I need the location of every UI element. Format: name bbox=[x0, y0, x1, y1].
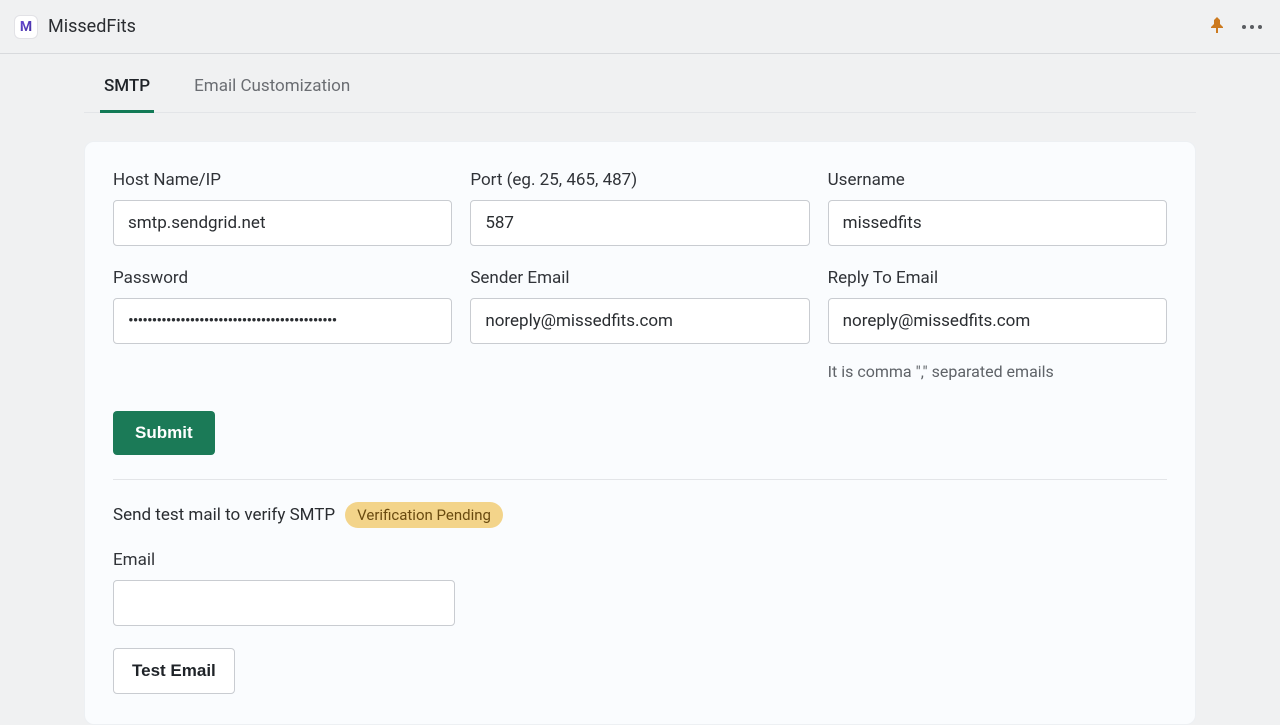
settings-card: Host Name/IP Port (eg. 25, 465, 487) Use… bbox=[84, 141, 1196, 725]
tabs: SMTP Email Customization bbox=[84, 54, 1196, 113]
sender-input[interactable] bbox=[470, 298, 809, 344]
verify-text: Send test mail to verify SMTP bbox=[113, 505, 335, 525]
test-email-button[interactable]: Test Email bbox=[113, 648, 235, 694]
port-label: Port (eg. 25, 465, 487) bbox=[470, 170, 809, 190]
field-port: Port (eg. 25, 465, 487) bbox=[470, 170, 809, 246]
app-logo-letter: M bbox=[20, 19, 32, 35]
pin-icon[interactable] bbox=[1210, 17, 1224, 37]
host-input[interactable] bbox=[113, 200, 452, 246]
tab-smtp[interactable]: SMTP bbox=[100, 64, 154, 113]
password-input[interactable] bbox=[113, 298, 452, 344]
content: SMTP Email Customization Host Name/IP Po… bbox=[0, 54, 1280, 725]
topbar-right bbox=[1210, 17, 1266, 37]
more-icon[interactable] bbox=[1242, 25, 1262, 29]
submit-button[interactable]: Submit bbox=[113, 411, 215, 455]
test-email-input[interactable] bbox=[113, 580, 455, 626]
topbar-left: M MissedFits bbox=[14, 15, 136, 39]
tab-email-customization[interactable]: Email Customization bbox=[190, 64, 354, 113]
field-sender: Sender Email bbox=[470, 268, 809, 381]
divider bbox=[113, 479, 1167, 480]
username-label: Username bbox=[828, 170, 1167, 190]
reply-to-helper: It is comma "," separated emails bbox=[828, 362, 1167, 381]
reply-to-label: Reply To Email bbox=[828, 268, 1167, 288]
form-grid: Host Name/IP Port (eg. 25, 465, 487) Use… bbox=[113, 170, 1167, 381]
field-test-email: Email bbox=[113, 550, 455, 626]
password-label: Password bbox=[113, 268, 452, 288]
status-badge: Verification Pending bbox=[345, 502, 503, 528]
field-host: Host Name/IP bbox=[113, 170, 452, 246]
test-section: Email Test Email bbox=[113, 550, 1167, 694]
reply-to-input[interactable] bbox=[828, 298, 1167, 344]
test-email-label: Email bbox=[113, 550, 455, 570]
verify-row: Send test mail to verify SMTP Verificati… bbox=[113, 502, 1167, 528]
field-username: Username bbox=[828, 170, 1167, 246]
app-logo: M bbox=[14, 15, 38, 39]
host-label: Host Name/IP bbox=[113, 170, 452, 190]
app-title: MissedFits bbox=[48, 16, 136, 37]
field-password: Password bbox=[113, 268, 452, 381]
port-input[interactable] bbox=[470, 200, 809, 246]
sender-label: Sender Email bbox=[470, 268, 809, 288]
topbar: M MissedFits bbox=[0, 0, 1280, 54]
username-input[interactable] bbox=[828, 200, 1167, 246]
field-reply-to: Reply To Email It is comma "," separated… bbox=[828, 268, 1167, 381]
submit-row: Submit bbox=[113, 411, 1167, 455]
